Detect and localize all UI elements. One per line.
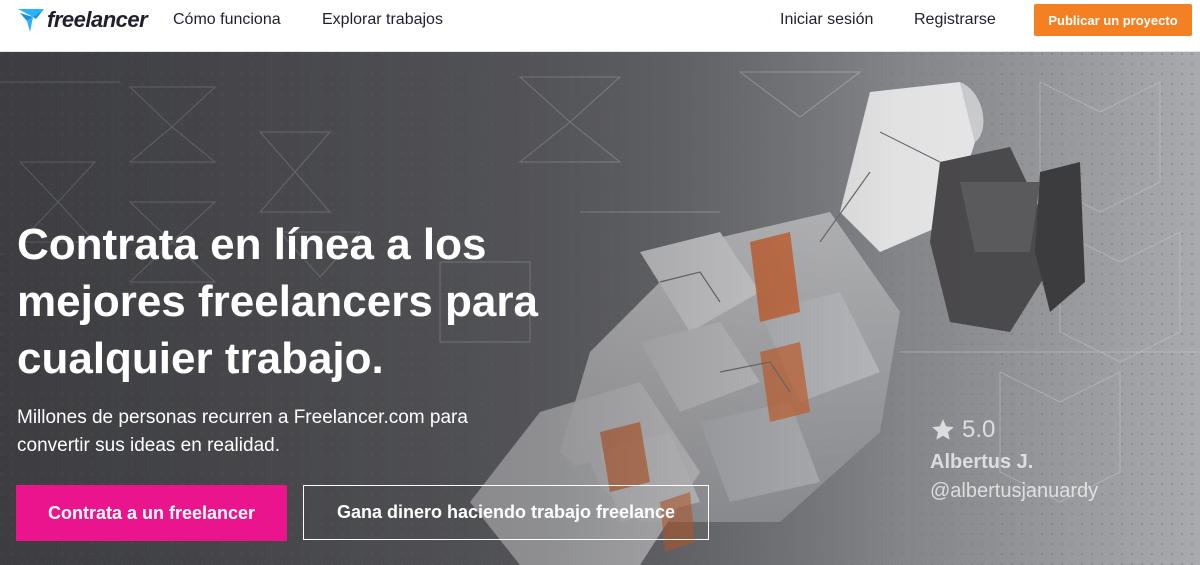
credit-handle[interactable]: @albertusjanuardy	[930, 477, 1098, 505]
hero-banner: Contrata en línea a los mejores freelanc…	[0, 52, 1200, 565]
nav-how-it-works[interactable]: Cómo funciona	[173, 11, 281, 29]
star-icon	[932, 419, 954, 440]
credit-name[interactable]: Albertus J.	[930, 447, 1098, 477]
login-link[interactable]: Iniciar sesión	[780, 11, 873, 29]
nav-browse-jobs[interactable]: Explorar trabajos	[322, 11, 443, 29]
earn-money-button[interactable]: Gana dinero haciendo trabajo freelance	[303, 485, 709, 540]
freelancer-bird-icon	[18, 9, 44, 32]
top-navbar: freelancer Cómo funciona Explorar trabaj…	[0, 0, 1200, 52]
credit-rating: 5.0	[930, 415, 1098, 445]
signup-link[interactable]: Registrarse	[914, 11, 996, 29]
logo-wordmark: freelancer	[47, 7, 148, 32]
hero-headline: Contrata en línea a los mejores freelanc…	[17, 220, 538, 383]
hire-freelancer-button[interactable]: Contrata a un freelancer	[16, 485, 287, 541]
credit-rating-value: 5.0	[962, 416, 996, 443]
post-project-button[interactable]: Publicar un proyecto	[1034, 4, 1192, 36]
hero-subtext: Millones de personas recurren a Freelanc…	[17, 407, 468, 456]
image-credit: 5.0 Albertus J. @albertusjanuardy	[930, 415, 1098, 505]
freelancer-logo[interactable]: freelancer	[16, 5, 148, 35]
